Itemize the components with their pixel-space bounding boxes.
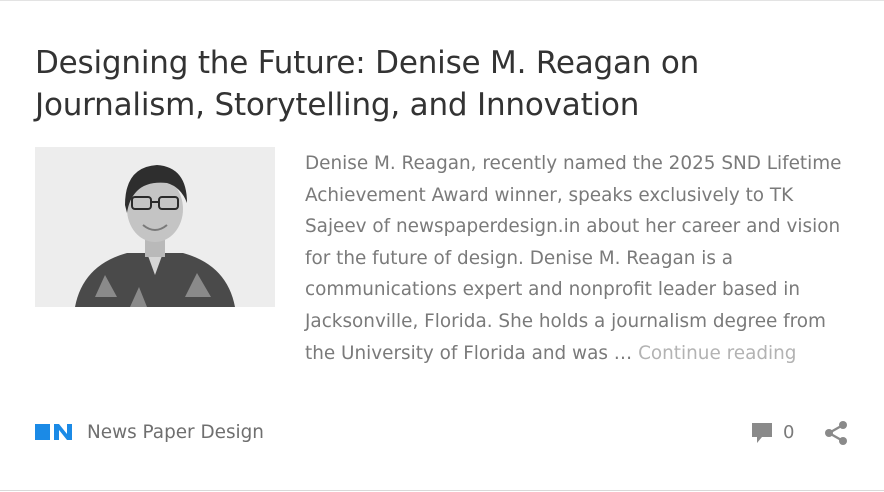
- post-title[interactable]: Designing the Future: Denise M. Reagan o…: [35, 42, 855, 126]
- comment-count: 0: [783, 421, 795, 443]
- post-author[interactable]: News Paper Design: [35, 418, 264, 446]
- portrait-illustration: [35, 147, 275, 307]
- bottom-divider: [0, 490, 884, 491]
- post-featured-image[interactable]: [35, 147, 275, 307]
- top-divider: [0, 0, 884, 1]
- newspaper-design-logo-icon: [35, 424, 72, 440]
- continue-reading-link[interactable]: Continue reading: [638, 343, 796, 364]
- comments-link[interactable]: 0: [750, 420, 794, 444]
- excerpt-text: Denise M. Reagan, recently named the 202…: [305, 153, 842, 364]
- post-excerpt: Denise M. Reagan, recently named the 202…: [305, 148, 860, 369]
- share-icon[interactable]: [823, 420, 849, 446]
- author-name[interactable]: News Paper Design: [87, 422, 264, 443]
- comment-bubble-icon: [752, 423, 772, 443]
